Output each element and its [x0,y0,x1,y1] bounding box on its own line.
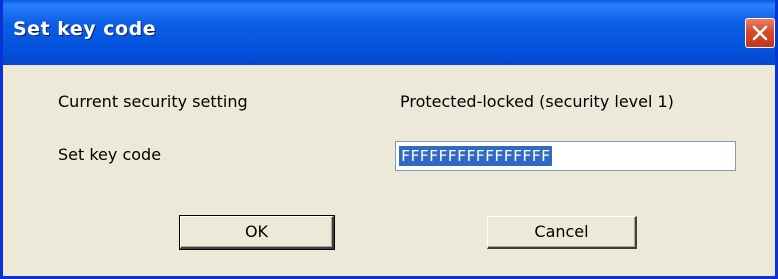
close-button[interactable] [745,18,775,48]
dialog-content: Current security setting Protected-locke… [3,65,775,276]
key-code-value: FFFFFFFFFFFFFFFF [399,146,553,166]
set-key-code-dialog: Set key code Current security setting Pr… [0,0,778,279]
dialog-title: Set key code [13,18,157,40]
key-code-label: Set key code [58,145,162,164]
ok-button[interactable]: OK [179,215,335,250]
security-setting-value: Protected-locked (security level 1) [400,92,674,111]
title-bar[interactable]: Set key code [3,0,775,65]
key-code-input[interactable]: FFFFFFFFFFFFFFFF [395,141,736,171]
security-setting-label: Current security setting [58,92,248,111]
cancel-button[interactable]: Cancel [487,216,637,249]
